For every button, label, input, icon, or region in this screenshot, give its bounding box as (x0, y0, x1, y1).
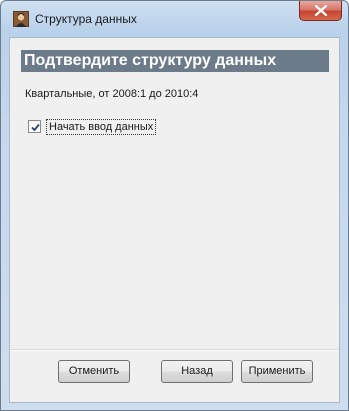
back-button[interactable]: Назад (161, 360, 233, 383)
start-entry-checkbox[interactable] (28, 120, 41, 133)
apply-button[interactable]: Применить (241, 360, 313, 383)
start-entry-checkbox-label[interactable]: Начать ввод данных (46, 118, 157, 135)
cancel-button[interactable]: Отменить (58, 360, 130, 383)
data-range-text: Квартальные, от 2008:1 до 2010:4 (25, 88, 199, 100)
page-heading: Подтвердите структуру данных (21, 50, 329, 72)
close-button[interactable] (299, 1, 342, 21)
start-entry-checkbox-row[interactable]: Начать ввод данных (28, 118, 157, 135)
button-separator (10, 349, 339, 351)
close-icon (314, 5, 328, 16)
app-portrait-icon (13, 11, 29, 27)
checkmark-icon (31, 123, 40, 132)
dialog-window: Структура данных Подтвердите структуру д… (0, 0, 349, 411)
dialog-client-area: Подтвердите структуру данных Квартальные… (9, 37, 340, 403)
title-bar[interactable]: Структура данных (1, 1, 348, 37)
window-title: Структура данных (35, 12, 137, 26)
frame-edge (1, 301, 9, 361)
